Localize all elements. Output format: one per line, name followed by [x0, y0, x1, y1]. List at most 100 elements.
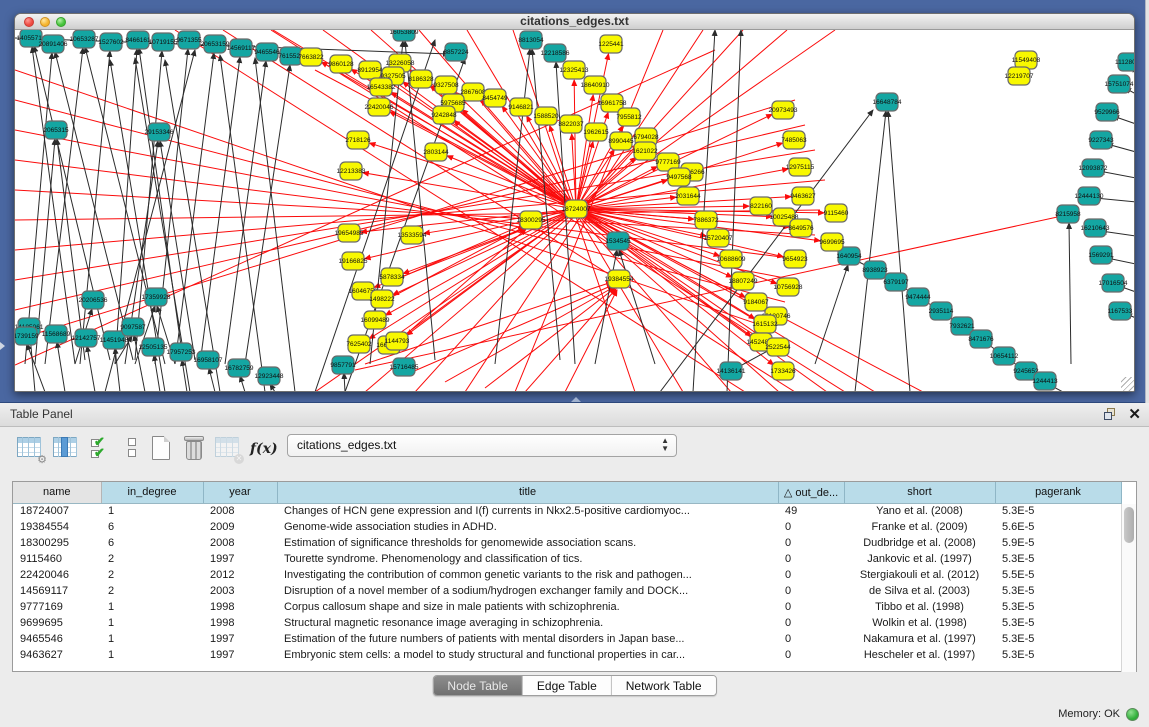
- network-node[interactable]: 9146821: [508, 98, 534, 116]
- network-node[interactable]: 2718126: [345, 131, 371, 149]
- close-panel-icon[interactable]: ✕: [1128, 405, 1141, 423]
- network-node[interactable]: 5878334: [379, 268, 405, 286]
- network-node[interactable]: 20653159: [201, 35, 230, 53]
- column-header-out_de[interactable]: △ out_de...: [778, 482, 844, 503]
- network-node[interactable]: 9227343: [1088, 131, 1114, 149]
- network-node[interactable]: 10653287: [70, 30, 99, 48]
- network-node[interactable]: 2031644: [675, 187, 701, 205]
- network-node[interactable]: 12325413: [560, 61, 589, 79]
- network-node[interactable]: 1588520: [533, 107, 559, 125]
- table-source-dropdown[interactable]: citations_edges.txt ▲▼: [287, 434, 677, 457]
- network-node[interactable]: 8990445: [608, 132, 634, 150]
- network-node[interactable]: 8822037: [558, 115, 584, 133]
- network-node[interactable]: 1615132: [752, 315, 778, 333]
- network-node[interactable]: 9529966: [1094, 103, 1120, 121]
- network-node[interactable]: 12505135: [139, 338, 168, 356]
- network-node[interactable]: 2935114: [929, 302, 954, 320]
- network-node[interactable]: 2065315: [43, 121, 69, 139]
- network-node[interactable]: 17359928: [142, 288, 171, 306]
- table-mode-icon[interactable]: ⚙: [16, 435, 44, 463]
- network-node[interactable]: 12975115: [786, 158, 815, 176]
- window-resize-grip[interactable]: [1121, 377, 1135, 391]
- network-node[interactable]: 9184067: [743, 293, 769, 311]
- table-row[interactable]: 1456911722003Disruption of a novel membe…: [13, 583, 1121, 599]
- float-panel-icon[interactable]: [1104, 408, 1117, 421]
- network-node[interactable]: 16099489: [361, 311, 390, 329]
- network-node[interactable]: 1534545: [605, 232, 631, 250]
- network-node[interactable]: 9115460: [824, 204, 849, 222]
- column-header-short[interactable]: short: [844, 482, 995, 503]
- network-node[interactable]: 8466161: [125, 31, 151, 49]
- table-scrollbar[interactable]: [1121, 504, 1136, 672]
- table-row[interactable]: 977716911998Corpus callosum shape and si…: [13, 599, 1121, 615]
- network-node[interactable]: 9654923: [782, 250, 808, 268]
- network-hub-node[interactable]: 18724007: [562, 200, 591, 218]
- network-node[interactable]: 8454749: [482, 89, 508, 107]
- network-node[interactable]: 7663822: [298, 48, 324, 66]
- network-node[interactable]: 1569291: [1088, 246, 1114, 264]
- table-row[interactable]: 2242004622012Investigating the contribut…: [13, 567, 1121, 583]
- network-node[interactable]: 12093872: [1079, 159, 1108, 177]
- network-node[interactable]: 1621022: [632, 142, 658, 160]
- network-node[interactable]: 9671355: [176, 31, 202, 49]
- network-node[interactable]: 8813054: [518, 31, 544, 49]
- network-node[interactable]: 9860128: [328, 55, 354, 73]
- close-button[interactable]: [24, 17, 34, 27]
- network-node[interactable]: 20973493: [769, 101, 798, 119]
- network-node[interactable]: 18807249: [729, 272, 758, 290]
- network-node[interactable]: 16543382: [367, 78, 396, 96]
- network-node[interactable]: 1739159: [15, 327, 39, 345]
- network-node[interactable]: 20206536: [79, 291, 108, 309]
- network-node[interactable]: 1167533: [1108, 302, 1133, 320]
- memory-indicator[interactable]: Memory: OK: [1058, 706, 1139, 722]
- network-node[interactable]: 10719155: [149, 33, 178, 51]
- network-node[interactable]: 9497568: [666, 168, 692, 186]
- network-node[interactable]: 9242848: [431, 106, 457, 124]
- table-row[interactable]: 946554611997Estimation of the future num…: [13, 631, 1121, 647]
- table-panel-header[interactable]: Table Panel ✕: [0, 403, 1149, 427]
- network-node[interactable]: 1527602: [98, 33, 124, 51]
- network-node[interactable]: 9327508: [433, 76, 459, 94]
- network-node[interactable]: 7955812: [616, 108, 642, 126]
- network-node[interactable]: 15751074: [1105, 75, 1134, 93]
- network-node[interactable]: 14136141: [717, 362, 746, 380]
- network-node[interactable]: 19384554: [605, 270, 634, 288]
- network-node[interactable]: 8912954: [357, 61, 383, 79]
- network-node[interactable]: 13533594: [398, 226, 427, 244]
- network-node[interactable]: 17957253: [167, 343, 196, 361]
- network-node[interactable]: 15720407: [704, 229, 733, 247]
- network-node[interactable]: 1962615: [583, 123, 609, 141]
- network-node[interactable]: 17016504: [1099, 274, 1128, 292]
- network-node[interactable]: 14569117: [227, 39, 256, 57]
- network-node[interactable]: 1244413: [1032, 372, 1058, 390]
- network-node[interactable]: 2522544: [765, 338, 791, 356]
- column-header-in_degree[interactable]: in_degree: [101, 482, 203, 503]
- network-node[interactable]: 8857224: [443, 43, 469, 61]
- network-node[interactable]: 1733426: [770, 362, 796, 380]
- network-node[interactable]: 12213383: [337, 162, 366, 180]
- network-node[interactable]: 9465546: [254, 43, 280, 61]
- network-node[interactable]: 9857791: [330, 356, 356, 374]
- network-node[interactable]: 16958107: [194, 351, 223, 369]
- table-row[interactable]: 1830029562008Estimation of significance …: [13, 535, 1121, 551]
- show-columns-icon[interactable]: [52, 435, 80, 463]
- network-canvas[interactable]: 1405571420891406106532871527602846616110…: [15, 30, 1135, 392]
- network-node[interactable]: 2803144: [423, 143, 449, 161]
- network-node[interactable]: 11568689: [42, 325, 71, 343]
- tab-edge-table[interactable]: Edge Table: [523, 676, 612, 695]
- network-node[interactable]: 22420046: [365, 98, 394, 116]
- column-header-year[interactable]: year: [203, 482, 277, 503]
- network-node[interactable]: 12444130: [1075, 187, 1104, 205]
- table-row[interactable]: 1872400712008Changes of HCN gene express…: [13, 503, 1121, 519]
- window-titlebar[interactable]: citations_edges.txt: [15, 14, 1134, 30]
- network-node[interactable]: 18300295: [517, 211, 546, 229]
- network-node[interactable]: 19654985: [335, 224, 364, 242]
- network-node[interactable]: 11549408: [1012, 51, 1041, 69]
- network-node[interactable]: 12218586: [541, 44, 570, 62]
- minimize-button[interactable]: [40, 17, 50, 27]
- table-row[interactable]: 911546021997Tourette syndrome. Phenomeno…: [13, 551, 1121, 567]
- network-node[interactable]: 7485063: [781, 131, 807, 149]
- network-node[interactable]: 6379197: [883, 273, 909, 291]
- network-node[interactable]: 16053809: [390, 30, 419, 41]
- network-node[interactable]: 8649576: [788, 219, 814, 237]
